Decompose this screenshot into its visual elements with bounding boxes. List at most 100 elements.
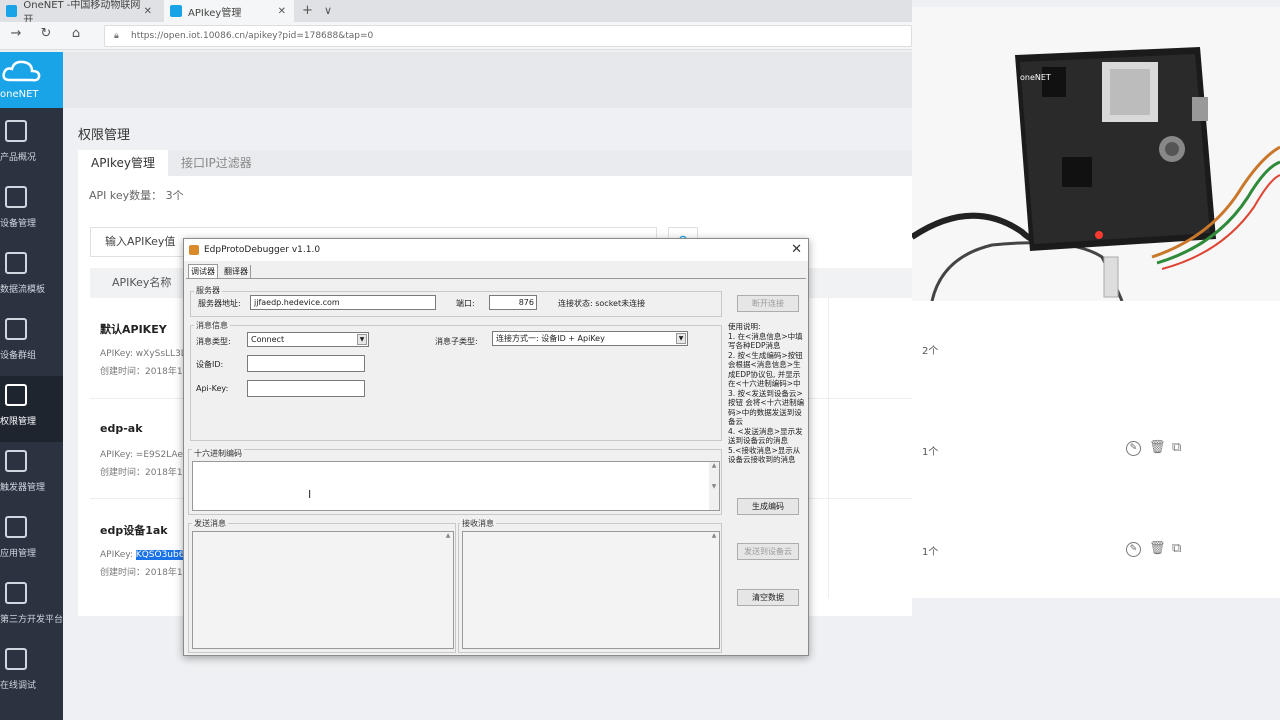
apikey-count: API key数量： 3个 xyxy=(89,189,184,202)
hex-textarea[interactable]: ▲ ▼ xyxy=(192,461,720,511)
key-icon xyxy=(5,384,27,406)
sidebar-item-label: 设备管理 xyxy=(0,219,37,229)
trash-icon[interactable]: 🗑︎ xyxy=(1149,440,1166,455)
clear-data-button[interactable]: 清空数据 xyxy=(737,589,799,606)
device-count: 1个 xyxy=(922,547,939,558)
sidebar-item-third-party[interactable]: 第三方开发平台 xyxy=(0,574,63,640)
tab-ip-filter[interactable]: 接口IP过滤器 xyxy=(168,150,265,176)
server-address-input[interactable]: jjfaedp.hedevice.com xyxy=(250,295,436,310)
message-group-label: 消息信息 xyxy=(194,320,230,331)
tab-translator[interactable]: 翻译器 xyxy=(222,265,251,278)
sidebar-item-label: 产品概况 xyxy=(0,153,37,163)
port-input[interactable]: 876 xyxy=(489,295,537,310)
logo-text: oneNET xyxy=(0,89,39,100)
receive-group-label: 接收消息 xyxy=(460,518,496,529)
image-icon xyxy=(5,582,27,604)
home-icon[interactable]: ⌂ xyxy=(66,26,86,41)
forward-icon[interactable]: → xyxy=(6,26,26,41)
apikey-prefix: APIKey: xyxy=(100,550,136,560)
close-tab-icon[interactable]: ✕ xyxy=(278,6,286,17)
msg-subtype-value: 连接方式一: 设备ID + ApiKey xyxy=(496,334,605,343)
msg-subtype-label: 消息子类型: xyxy=(435,337,478,346)
tab-divider xyxy=(186,278,806,279)
group-icon xyxy=(5,318,27,340)
apikey-input[interactable] xyxy=(247,380,365,397)
sidebar-item-permission[interactable]: 权限管理 xyxy=(0,376,63,442)
scrollbar[interactable]: ▲ xyxy=(709,532,719,648)
dropdown-arrow-icon: ▼ xyxy=(676,333,686,344)
msg-subtype-select[interactable]: 连接方式一: 设备ID + ApiKey ▼ xyxy=(492,331,688,346)
sidebar-item-datastream-template[interactable]: 数据流模板 xyxy=(0,244,63,310)
sidebar-item-online-debug[interactable]: 在线调试 xyxy=(0,640,63,706)
url-text: https://open.iot.10086.cn/apikey?pid=178… xyxy=(131,31,374,41)
scrollbar[interactable]: ▲ ▼ xyxy=(709,462,719,510)
onenet-board-image: oneNET xyxy=(912,7,1280,301)
edp-debugger-window: EdpProtoDebugger v1.1.0 ✕ 调试器 翻译器 服务器 服务… xyxy=(183,238,809,656)
text-cursor-icon: I xyxy=(308,488,312,501)
top-banner xyxy=(63,52,912,108)
edit-icon[interactable]: ✎ xyxy=(1126,542,1141,557)
apikey-created: 创建时间：2018年1 xyxy=(100,468,183,478)
receive-textarea[interactable]: ▲ xyxy=(462,531,720,649)
onenet-logo[interactable]: oneNET xyxy=(0,52,63,108)
tab-menu-icon[interactable]: ∨ xyxy=(324,4,332,17)
sidebar-item-device-group[interactable]: 设备群组 xyxy=(0,310,63,376)
dropdown-arrow-icon: ▼ xyxy=(357,334,367,345)
browser-tab-onenet[interactable]: OneNET -中国移动物联网开 ✕ xyxy=(0,0,160,26)
sidebar-item-trigger[interactable]: 触发器管理 xyxy=(0,442,63,508)
sidebar-item-label: 数据流模板 xyxy=(0,285,46,295)
copy-icon[interactable]: ⧉ xyxy=(1172,440,1181,455)
disconnect-button[interactable]: 断开连接 xyxy=(737,295,799,312)
sidebar-item-label: 应用管理 xyxy=(0,549,37,559)
copy-icon[interactable]: ⧉ xyxy=(1172,541,1181,556)
close-icon[interactable]: ✕ xyxy=(791,239,802,261)
chart-icon xyxy=(5,120,27,142)
port-label: 端口: xyxy=(456,299,475,308)
apikey-value: APIKey: wXySsLL3L xyxy=(100,349,186,359)
device-count: 2个 xyxy=(922,346,939,357)
send-group-label: 发送消息 xyxy=(192,518,228,529)
server-address-label: 服务器地址: xyxy=(198,299,241,308)
sidebar-item-label: 触发器管理 xyxy=(0,483,46,493)
apikey-created: 创建时间：2018年1 xyxy=(100,568,183,578)
sidebar-item-product-overview[interactable]: 产品概况 xyxy=(0,112,63,178)
edit-icon[interactable]: ✎ xyxy=(1126,441,1141,456)
sidebar-item-app-management[interactable]: 应用管理 xyxy=(0,508,63,574)
connection-status: 连接状态: socket未连接 xyxy=(558,299,646,308)
sidebar-item-label: 在线调试 xyxy=(0,681,37,691)
window-title-bar: EdpProtoDebugger v1.1.0 xyxy=(184,239,808,261)
close-tab-icon[interactable]: ✕ xyxy=(144,6,152,17)
url-field[interactable]: 🔒︎ https://open.iot.10086.cn/apikey?pid=… xyxy=(104,25,912,47)
page-title: 权限管理 xyxy=(78,128,131,143)
board-brand-text: oneNET xyxy=(1020,73,1051,82)
table-right-column xyxy=(828,298,1280,598)
hex-group-label: 十六进制编码 xyxy=(192,448,244,459)
apikey-name: edp设备1ak xyxy=(100,524,168,537)
sidebar-item-label: 权限管理 xyxy=(0,417,37,427)
sidebar-item-label: 第三方开发平台 xyxy=(0,615,64,625)
trash-icon[interactable]: 🗑︎ xyxy=(1149,541,1166,556)
board-photo: oneNET xyxy=(912,7,1280,301)
scrollbar[interactable]: ▲ xyxy=(443,532,453,648)
tab-apikey-management[interactable]: APIkey管理 xyxy=(78,150,168,176)
reload-icon[interactable]: ↻ xyxy=(36,26,56,41)
browser-tab-apikey[interactable]: APIkey管理 ✕ xyxy=(164,0,294,22)
tab-debugger[interactable]: 调试器 xyxy=(188,264,218,278)
sidebar-item-label: 设备群组 xyxy=(0,351,37,361)
sliders-icon xyxy=(5,648,27,670)
app-icon xyxy=(189,245,199,255)
window-title: EdpProtoDebugger v1.1.0 xyxy=(204,245,321,255)
sidebar-item-device-management[interactable]: 设备管理 xyxy=(0,178,63,244)
send-textarea[interactable]: ▲ xyxy=(192,531,454,649)
device-id-input[interactable] xyxy=(247,355,365,372)
apikey-selected-text[interactable]: KQSO3ub6 xyxy=(135,550,185,560)
address-bar: → ↻ ⌂ 🔒︎ https://open.iot.10086.cn/apike… xyxy=(0,22,912,50)
send-to-cloud-button[interactable]: 发送到设备云 xyxy=(737,543,799,560)
onenet-favicon xyxy=(6,5,18,17)
bar-chart-icon xyxy=(5,252,27,274)
new-tab-button[interactable]: + xyxy=(302,3,313,18)
device-count: 1个 xyxy=(922,447,939,458)
generate-code-button[interactable]: 生成编码 xyxy=(737,498,799,515)
msg-type-select[interactable]: Connect ▼ xyxy=(247,332,369,347)
device-icon xyxy=(5,186,27,208)
